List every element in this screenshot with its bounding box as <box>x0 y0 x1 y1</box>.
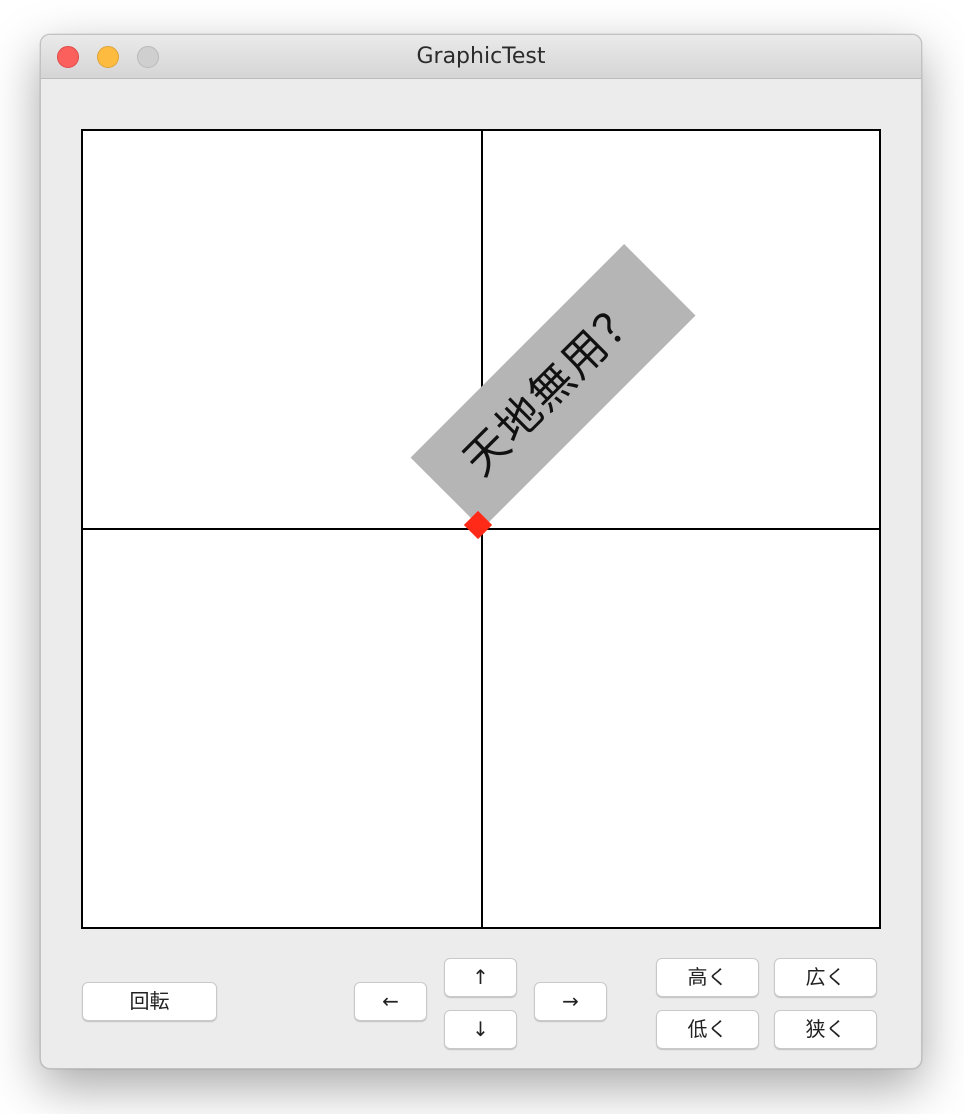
move-right-button[interactable]: → <box>534 982 607 1021</box>
move-up-button[interactable]: ↑ <box>444 958 517 997</box>
window-title: GraphicTest <box>416 44 546 69</box>
move-left-button[interactable]: ← <box>354 982 427 1021</box>
move-down-button[interactable]: ↓ <box>444 1010 517 1049</box>
lower-button[interactable]: 低く <box>656 1010 759 1049</box>
title-bar[interactable]: GraphicTest <box>41 35 921 79</box>
narrower-button[interactable]: 狭く <box>774 1010 877 1049</box>
zoom-icon[interactable] <box>137 46 159 68</box>
drawing-canvas[interactable]: 天地無用？ <box>81 129 881 929</box>
rotate-button[interactable]: 回転 <box>82 982 217 1021</box>
close-icon[interactable] <box>57 46 79 68</box>
taller-button[interactable]: 高く <box>656 958 759 997</box>
wider-button[interactable]: 広く <box>774 958 877 997</box>
app-window: GraphicTest 天地無用？ 回転 ← ↑ ↓ → 高く 低く 広く 狭く <box>40 34 922 1069</box>
minimize-icon[interactable] <box>97 46 119 68</box>
rotated-label-text: 天地無用？ <box>410 244 696 529</box>
